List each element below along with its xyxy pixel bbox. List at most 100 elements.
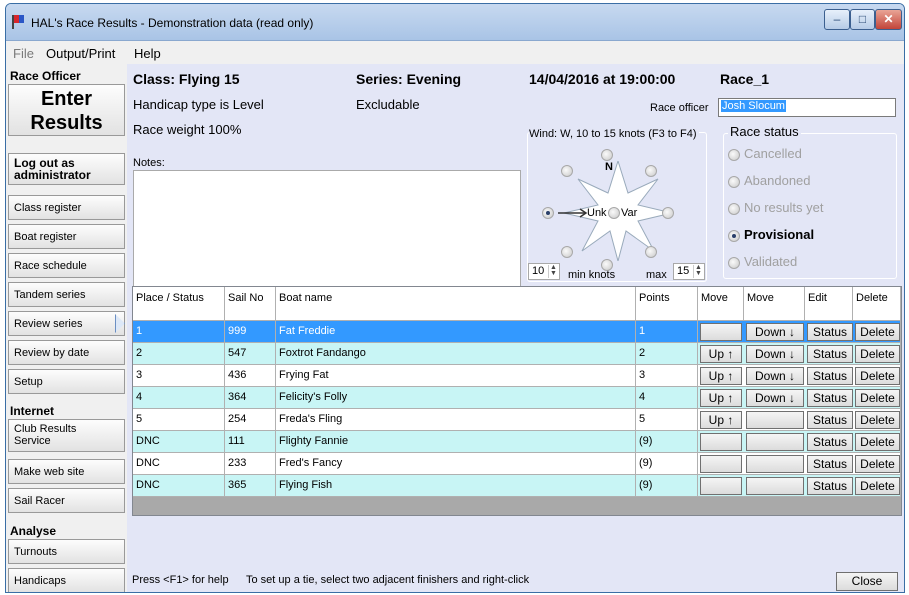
enter-results-button[interactable]: Enter Results (8, 84, 125, 136)
move-up-button[interactable]: Up ↑ (700, 411, 742, 429)
wind-dir-ne-radio[interactable] (645, 165, 657, 177)
race-status-label: Race status (728, 124, 801, 139)
setup-button[interactable]: Setup (8, 369, 125, 394)
table-row[interactable]: 1 999 Fat Freddie 1 Down ↓ Status Delete (133, 321, 901, 343)
table-row[interactable]: DNC 365 Flying Fish (9) Status Delete (133, 475, 901, 497)
delete-button[interactable]: Delete (855, 455, 900, 473)
edit-status-button[interactable]: Status (807, 389, 853, 407)
cell-sail-no: 436 (225, 365, 276, 387)
make-web-site-button[interactable]: Make web site (8, 459, 125, 484)
minimize-button[interactable]: – (824, 9, 850, 30)
table-row[interactable]: 2 547 Foxtrot Fandango 2 Up ↑ Down ↓ Status Del… (133, 343, 901, 365)
col-header-sail: Sail No (225, 287, 276, 321)
edit-status-button[interactable]: Status (807, 367, 853, 385)
race-officer-input[interactable]: Josh Slocum (718, 98, 896, 117)
move-down-button[interactable] (746, 411, 804, 429)
move-down-button[interactable]: Down ↓ (746, 389, 804, 407)
club-results-service-button[interactable]: Club Results Service (8, 419, 125, 452)
turnouts-button[interactable]: Turnouts (8, 539, 125, 564)
move-down-button[interactable]: Down ↓ (746, 323, 804, 341)
col-header-place: Place / Status (133, 287, 225, 321)
table-row[interactable]: 3 436 Frying Fat 3 Up ↑ Down ↓ Status Delete (133, 365, 901, 387)
menu-output-print[interactable]: Output/Print (46, 46, 115, 61)
excludable-label: Excludable (356, 97, 420, 112)
wind-var-radio[interactable] (608, 207, 620, 219)
wind-dir-e-radio[interactable] (662, 207, 674, 219)
logout-button[interactable]: Log out as administrator (8, 153, 125, 185)
wind-dir-se-radio[interactable] (645, 246, 657, 258)
review-by-date-button[interactable]: Review by date (8, 340, 125, 365)
cell-sail-no: 547 (225, 343, 276, 365)
edit-status-button[interactable]: Status (807, 477, 853, 495)
move-up-button[interactable]: Up ↑ (700, 367, 742, 385)
move-up-button[interactable] (700, 477, 742, 495)
wind-label: Wind: W, 10 to 15 knots (F3 to F4) (529, 128, 699, 140)
close-button[interactable]: Close (836, 572, 898, 591)
move-up-button[interactable]: Up ↑ (700, 389, 742, 407)
wind-dir-nw-radio[interactable] (561, 165, 573, 177)
race-schedule-button[interactable]: Race schedule (8, 253, 125, 278)
cell-place: DNC (133, 453, 225, 475)
table-row[interactable]: DNC 233 Fred's Fancy (9) Status Delete (133, 453, 901, 475)
maximize-button[interactable]: □ (850, 9, 875, 30)
delete-button[interactable]: Delete (855, 411, 900, 429)
edit-status-button[interactable]: Status (807, 323, 853, 341)
status-no-results-radio[interactable] (728, 203, 740, 215)
cell-sail-no: 254 (225, 409, 276, 431)
review-series-button[interactable]: Review series (8, 311, 125, 336)
wind-dir-n-radio[interactable] (601, 149, 613, 161)
move-down-button[interactable]: Down ↓ (746, 345, 804, 363)
wind-dir-sw-radio[interactable] (561, 246, 573, 258)
close-window-button[interactable]: ✕ (875, 9, 902, 30)
move-down-button[interactable] (746, 455, 804, 473)
enter-results-label-2: Results (30, 112, 103, 134)
delete-button[interactable]: Delete (855, 477, 900, 495)
race-officer-label: Race officer (650, 102, 709, 114)
status-provisional-radio[interactable] (728, 230, 740, 242)
wind-dir-w-radio[interactable] (542, 207, 554, 219)
wind-max-spinner[interactable]: 15 ▲ ▼ (673, 263, 705, 280)
cell-place: 4 (133, 387, 225, 409)
col-header-points: Points (636, 287, 698, 321)
delete-button[interactable]: Delete (855, 323, 900, 341)
race-name: Race_1 (720, 71, 770, 87)
move-up-button[interactable] (700, 455, 742, 473)
cell-boat-name: Felicity's Folly (276, 387, 636, 409)
move-up-button[interactable] (700, 323, 742, 341)
table-row[interactable]: DNC 111 Flighty Fannie (9) Status Delete (133, 431, 901, 453)
move-up-button[interactable] (700, 433, 742, 451)
cell-boat-name: Flighty Fannie (276, 431, 636, 453)
move-up-button[interactable]: Up ↑ (700, 345, 742, 363)
status-cancelled-radio[interactable] (728, 149, 740, 161)
status-validated-radio[interactable] (728, 257, 740, 269)
edit-status-button[interactable]: Status (807, 411, 853, 429)
app-flag-icon (12, 15, 26, 29)
col-header-delete: Delete (853, 287, 901, 321)
cell-boat-name: Fat Freddie (276, 321, 636, 343)
wind-min-spinner[interactable]: 10 ▲ ▼ (528, 263, 560, 280)
status-abandoned-radio[interactable] (728, 176, 740, 188)
menu-file[interactable]: File (13, 46, 34, 61)
move-down-button[interactable]: Down ↓ (746, 367, 804, 385)
status-no-results-label: No results yet (744, 200, 824, 215)
delete-button[interactable]: Delete (855, 389, 900, 407)
tandem-series-button[interactable]: Tandem series (8, 282, 125, 307)
menu-help[interactable]: Help (134, 46, 161, 61)
delete-button[interactable]: Delete (855, 367, 900, 385)
sail-racer-button[interactable]: Sail Racer (8, 488, 125, 513)
move-down-button[interactable] (746, 477, 804, 495)
table-row[interactable]: 4 364 Felicity's Folly 4 Up ↑ Down ↓ Status Del… (133, 387, 901, 409)
edit-status-button[interactable]: Status (807, 433, 853, 451)
edit-status-button[interactable]: Status (807, 455, 853, 473)
class-register-button[interactable]: Class register (8, 195, 125, 220)
delete-button[interactable]: Delete (855, 433, 900, 451)
edit-status-button[interactable]: Status (807, 345, 853, 363)
status-validated-label: Validated (744, 254, 798, 269)
status-bar: Press <F1> for help To set up a tie, sel… (127, 566, 904, 592)
notes-textarea[interactable] (133, 170, 521, 291)
delete-button[interactable]: Delete (855, 345, 900, 363)
move-down-button[interactable] (746, 433, 804, 451)
handicaps-button[interactable]: Handicaps (8, 568, 125, 592)
table-row[interactable]: 5 254 Freda's Fling 5 Up ↑ Status Delete (133, 409, 901, 431)
boat-register-button[interactable]: Boat register (8, 224, 125, 249)
